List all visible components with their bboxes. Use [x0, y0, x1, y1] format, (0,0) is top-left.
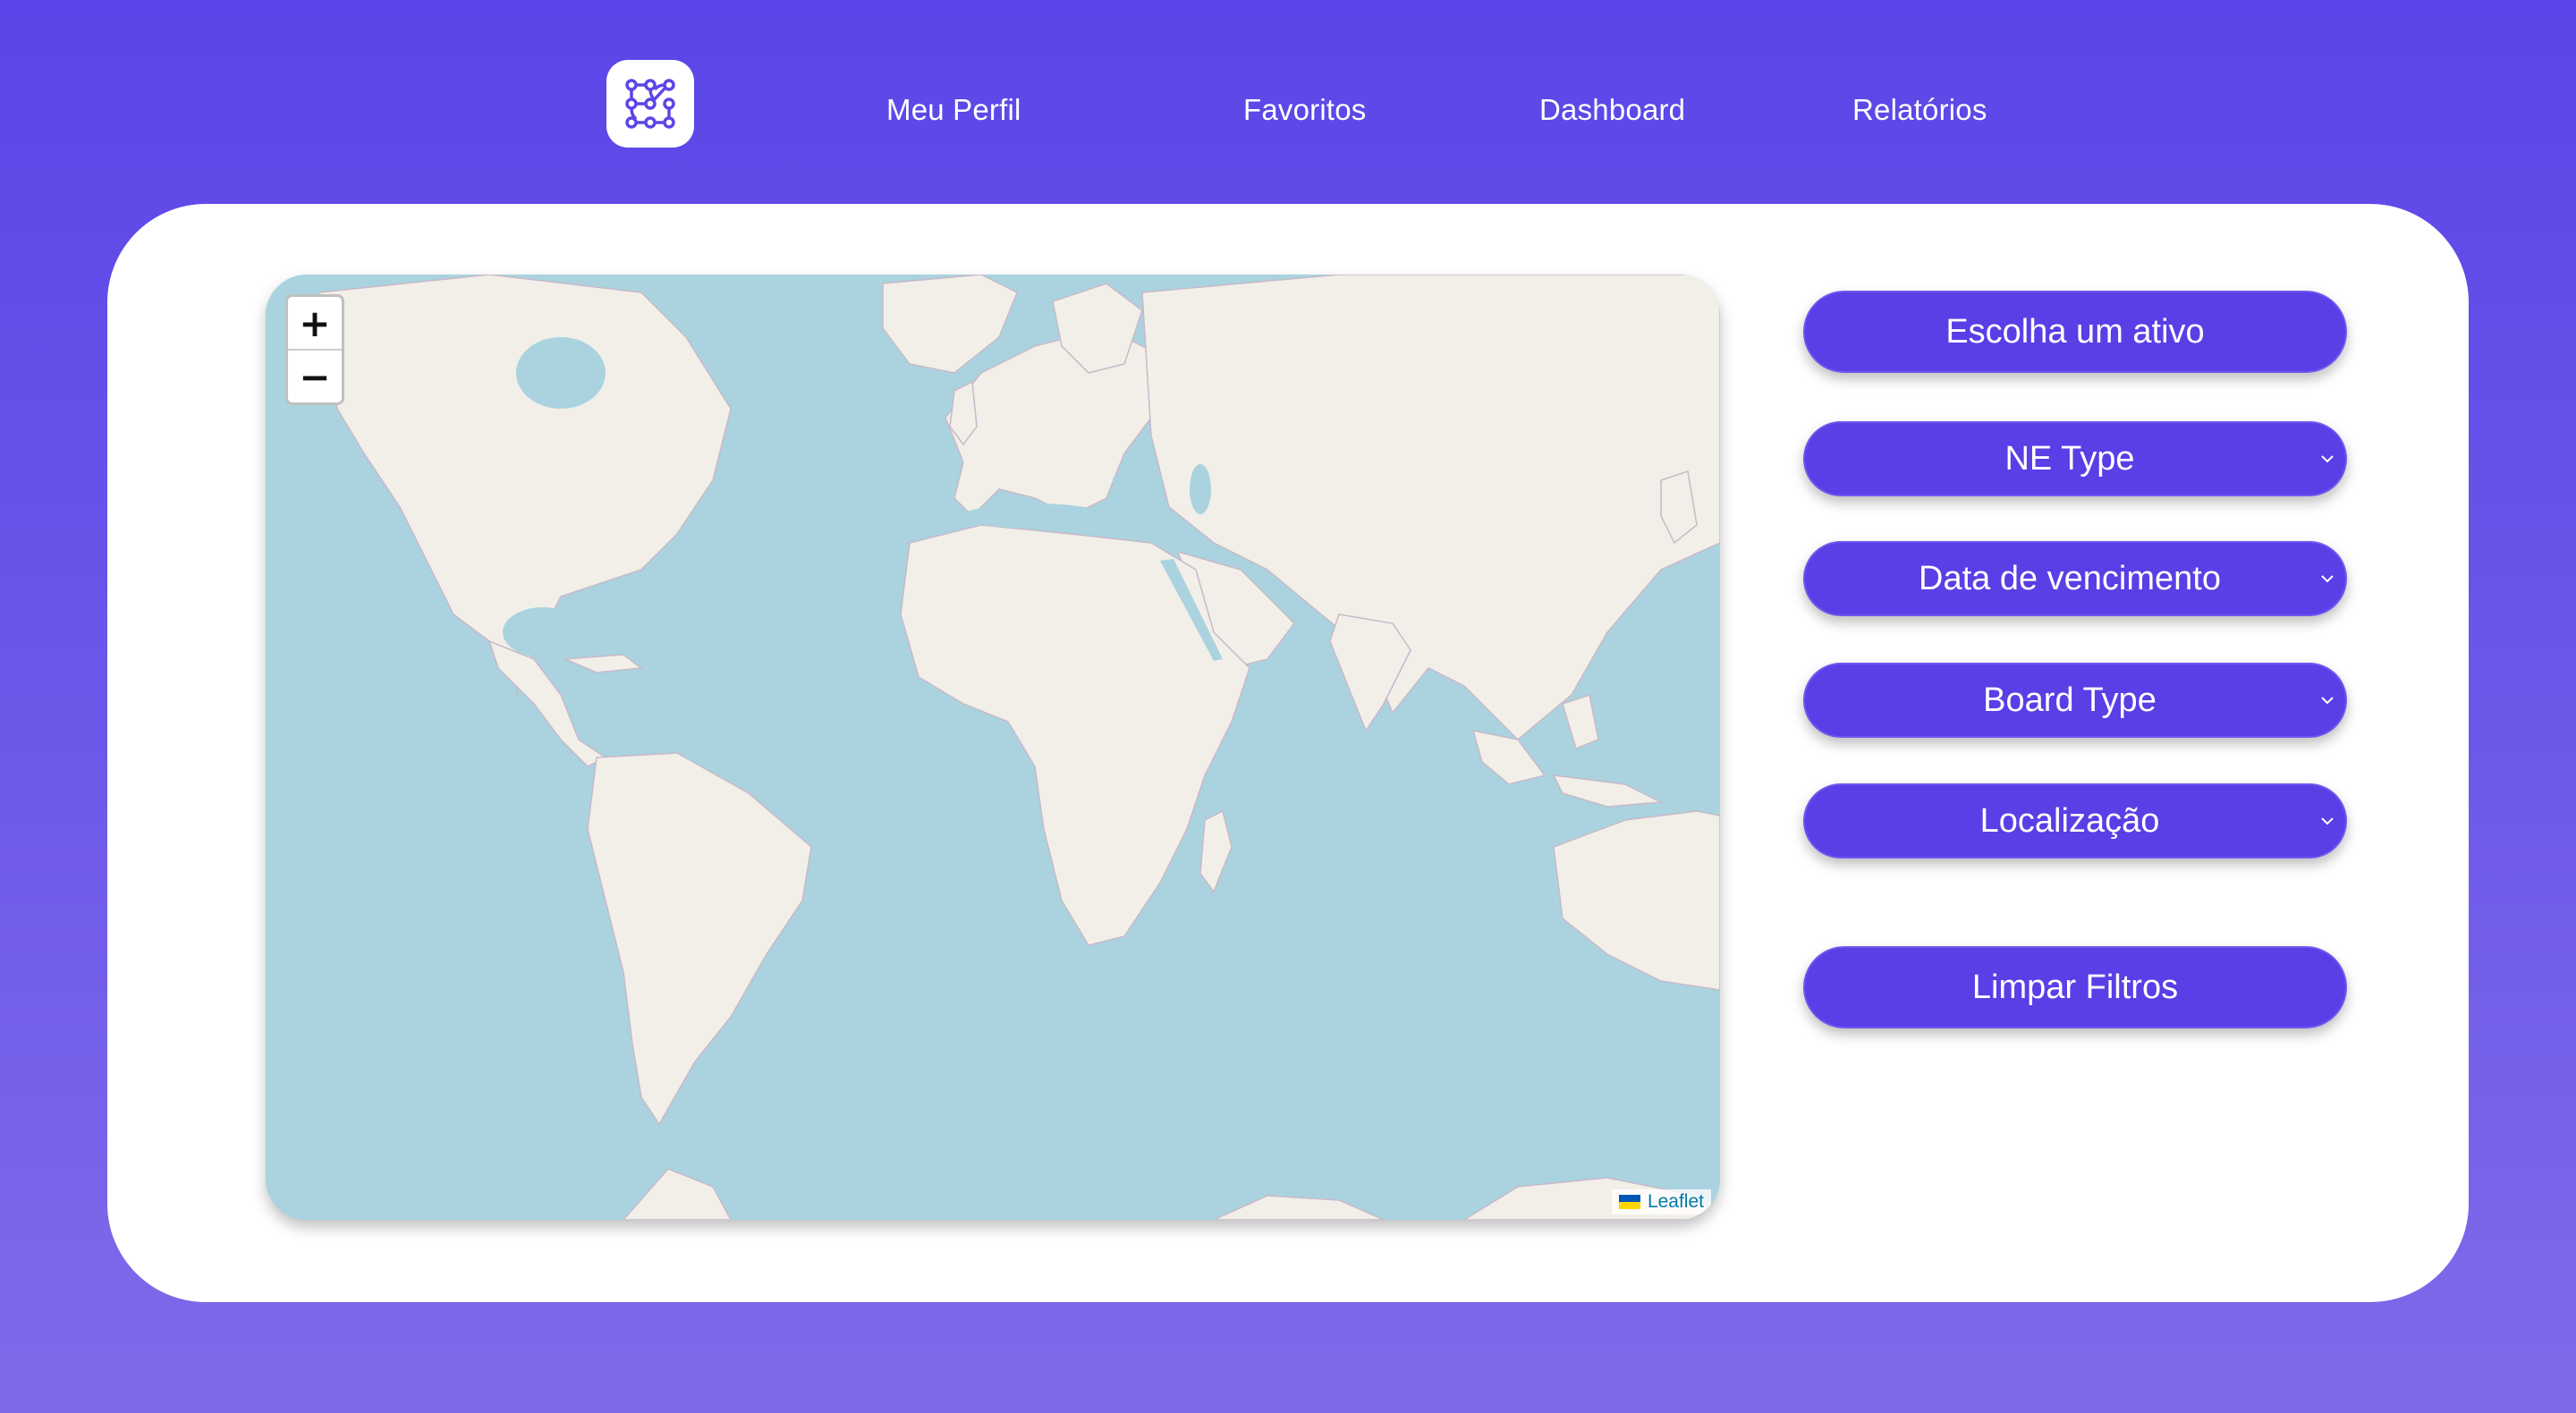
- map-attribution: Leaflet: [1611, 1189, 1711, 1214]
- nav-link-favoritos[interactable]: Favoritos: [1243, 93, 1367, 127]
- chevron-down-icon: [2321, 817, 2334, 825]
- zoom-out-button[interactable]: −: [288, 349, 342, 402]
- due-date-select[interactable]: Data de vencimento: [1803, 541, 2347, 616]
- clear-filters-button[interactable]: Limpar Filtros: [1803, 946, 2347, 1028]
- location-select[interactable]: Localização: [1803, 783, 2347, 859]
- ne-type-label: NE Type: [2004, 439, 2135, 478]
- nav-link-meu-perfil[interactable]: Meu Perfil: [886, 93, 1021, 127]
- main-card: + − Leaflet Escolha um ativo NE Type Dat…: [107, 204, 2469, 1302]
- ukraine-flag-icon: [1618, 1195, 1640, 1209]
- circuit-grid-icon: [625, 79, 675, 129]
- choose-asset-label: Escolha um ativo: [1945, 312, 2205, 351]
- chevron-down-icon: [2321, 697, 2334, 705]
- world-map[interactable]: + − Leaflet: [266, 275, 1720, 1220]
- board-type-label: Board Type: [1983, 681, 2157, 719]
- zoom-in-button[interactable]: +: [288, 297, 342, 349]
- due-date-label: Data de vencimento: [1919, 559, 2221, 597]
- zoom-control: + −: [285, 294, 344, 405]
- clear-filters-label: Limpar Filtros: [1971, 968, 2179, 1006]
- chevron-down-icon: [2321, 455, 2334, 463]
- chevron-down-icon: [2321, 575, 2334, 583]
- top-nav-bar: Meu Perfil Favoritos Dashboard Relatório…: [0, 0, 2576, 197]
- location-label: Localização: [1979, 801, 2160, 840]
- nav-link-dashboard[interactable]: Dashboard: [1539, 93, 1685, 127]
- choose-asset-button[interactable]: Escolha um ativo: [1803, 291, 2347, 373]
- board-type-select[interactable]: Board Type: [1803, 663, 2347, 738]
- app-logo[interactable]: [606, 60, 694, 148]
- map-tiles[interactable]: [266, 275, 1720, 1220]
- ne-type-select[interactable]: NE Type: [1803, 421, 2347, 496]
- attribution-link[interactable]: Leaflet: [1648, 1191, 1704, 1213]
- nav-link-relatorios[interactable]: Relatórios: [1852, 93, 1987, 127]
